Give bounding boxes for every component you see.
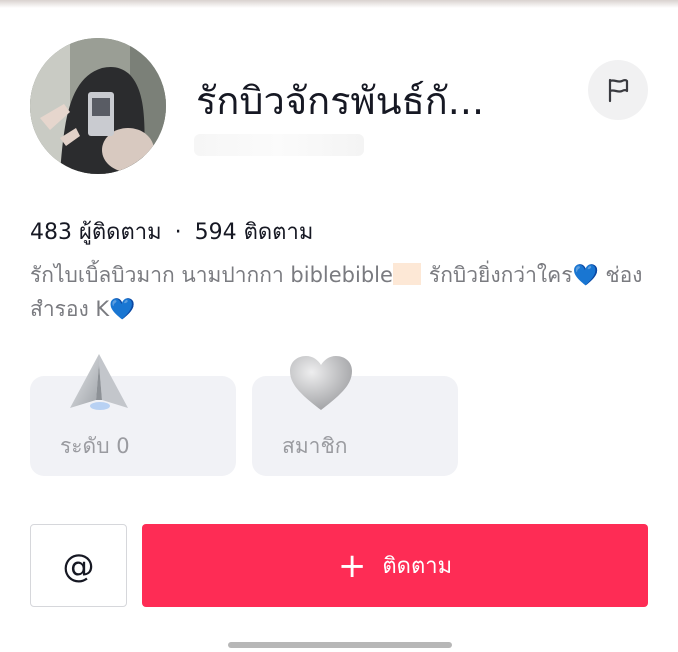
avatar[interactable] [30, 38, 166, 174]
subtitle-blurred [194, 134, 364, 156]
heart-icon [290, 356, 352, 410]
follow-label: ติดตาม [382, 554, 453, 579]
flag-icon [608, 78, 629, 103]
mention-button[interactable]: @ [30, 524, 127, 607]
followers-label[interactable]: ผู้ติดตาม [79, 220, 162, 245]
bio-text-2: รักบิวยิ่งกว่าใคร [428, 263, 573, 287]
profile-username: รักบิวจักรพันธ์กั... [196, 79, 485, 123]
member-label: สมาชิก [282, 434, 348, 458]
level-card[interactable]: ระดับ 0 [30, 376, 236, 476]
follow-button[interactable]: + ติดตาม [142, 524, 648, 607]
profile-bio: รักไบเบิ้ลบิวมาก นามปากกา biblebible รักบ… [30, 258, 648, 326]
mention-label: @ [62, 546, 95, 585]
blue-heart-icon-2: 💙 [109, 297, 136, 321]
report-button[interactable] [588, 60, 648, 120]
bio-text-1: รักไบเบิ้ลบิวมาก นามปากกา biblebible [30, 263, 393, 287]
level-label: ระดับ 0 [60, 434, 130, 458]
following-count[interactable]: 594 [195, 220, 237, 245]
stats-separator: · [174, 220, 182, 245]
plus-icon: + [337, 545, 367, 586]
top-strip [0, 0, 678, 8]
followers-count[interactable]: 483 [30, 220, 72, 245]
paper-plane-icon [70, 354, 128, 410]
following-label[interactable]: ติดตาม [244, 220, 314, 245]
blue-heart-icon: 💙 [572, 263, 599, 287]
follow-stats: 483 ผู้ติดตาม · 594 ติดตาม [30, 214, 313, 249]
home-indicator[interactable] [228, 642, 452, 648]
member-card[interactable]: สมาชิก [252, 376, 458, 476]
emoji-placeholder-icon [392, 263, 421, 285]
